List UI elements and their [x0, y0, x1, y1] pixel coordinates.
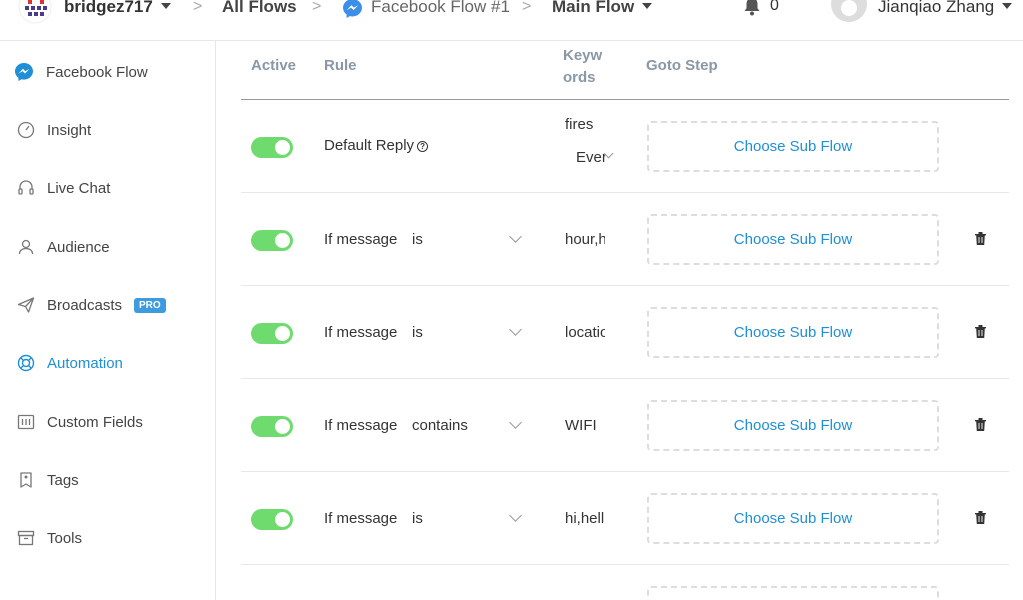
choose-sub-flow-button[interactable]: Choose Sub Flow	[647, 307, 939, 358]
chevron-down-icon	[642, 2, 653, 9]
active-toggle[interactable]	[251, 230, 293, 251]
chevron-down-icon	[509, 416, 522, 429]
choose-sub-flow-button[interactable]: Choose Sub Flow	[647, 493, 939, 544]
main-flow-label: Main Flow	[552, 0, 635, 16]
sidebar-item-label: Broadcasts	[47, 296, 123, 314]
column-header-keywords: Keywords	[563, 47, 603, 86]
keyword-input[interactable]: WIFI	[565, 417, 605, 434]
operator-select[interactable]: contains	[412, 417, 468, 434]
workspace-name: bridgez717	[64, 0, 153, 16]
tag-icon	[20, 472, 32, 488]
breadcrumb-facebook-flow[interactable]: Facebook Flow #1	[371, 0, 510, 17]
messenger-icon	[15, 63, 33, 81]
keyword-input[interactable]: fires	[565, 116, 605, 133]
trash-icon[interactable]	[975, 511, 986, 524]
sidebar-item-tags[interactable]: Tags	[0, 460, 215, 500]
trash-icon[interactable]	[975, 418, 986, 431]
avatar[interactable]	[831, 0, 867, 22]
operator-select[interactable]: is	[412, 324, 423, 341]
keyword-input[interactable]: hi,hell	[565, 510, 605, 527]
table-row: If message contains WIFI Choose Sub Flow	[241, 379, 1009, 472]
operator-select[interactable]: is	[412, 231, 423, 248]
headset-icon	[18, 180, 34, 195]
user-name: Jianqiao Zhang	[878, 0, 995, 16]
chevron-down-icon	[1002, 2, 1013, 9]
sidebar-item-audience[interactable]: Audience	[0, 227, 215, 267]
table-row: If message is hour,h Choose Sub Flow	[241, 193, 1009, 286]
lifebuoy-icon	[17, 354, 35, 372]
workspace-switcher[interactable]: bridgez717	[64, 0, 171, 17]
operator-select[interactable]: is	[412, 510, 423, 527]
column-header-active: Active	[251, 57, 297, 74]
insight-icon	[17, 121, 35, 139]
choose-sub-flow-button[interactable]: Choose Sub Flow	[647, 214, 939, 265]
active-toggle[interactable]	[251, 137, 293, 158]
keyword-input[interactable]: hour,h	[565, 231, 605, 248]
active-toggle[interactable]	[251, 509, 293, 530]
table-row: If message is locatio Choose Sub Flow	[241, 286, 1009, 379]
sidebar-item-label: Live Chat	[47, 179, 111, 197]
choose-sub-flow-button[interactable]: Choose Sub Flow	[647, 400, 939, 451]
chevron-down-icon	[509, 509, 522, 522]
trash-icon[interactable]	[975, 232, 986, 245]
keyword-input[interactable]: locatio	[565, 324, 605, 341]
sidebar-item-label: Automation	[47, 354, 123, 372]
sidebar-item-insight[interactable]: Insight	[0, 110, 215, 150]
sidebar-item-label: Insight	[47, 121, 92, 139]
sidebar-item-label: Tags	[47, 471, 79, 489]
breadcrumb-main-flow[interactable]: Main Flow	[552, 0, 653, 17]
keyword-rules-table: Active Rule Keywords Goto Step Default R…	[241, 41, 1009, 600]
breadcrumb-separator-icon: >	[522, 0, 532, 15]
table-header: Active Rule Keywords Goto Step	[241, 41, 1009, 100]
sidebar-item-label: Audience	[47, 238, 110, 256]
rule-label: Default Reply?	[324, 137, 429, 154]
choose-sub-flow-button[interactable]: Choose Sub Flow	[647, 121, 939, 172]
active-toggle[interactable]	[251, 416, 293, 437]
sidebar-item-tools[interactable]: Tools	[0, 518, 215, 558]
table-row	[241, 565, 1009, 600]
sidebar-item-facebook-flow[interactable]: Facebook Flow	[0, 52, 215, 92]
breadcrumb-all-flows[interactable]: All Flows	[222, 0, 297, 17]
sidebar-item-broadcasts[interactable]: Broadcasts PRO	[0, 285, 215, 325]
chevron-down-icon	[509, 323, 522, 336]
help-icon[interactable]: ?	[417, 140, 429, 152]
sidebar-item-label: Tools	[47, 529, 83, 547]
active-toggle[interactable]	[251, 323, 293, 344]
messenger-icon	[343, 0, 362, 18]
bell-icon[interactable]	[742, 0, 762, 18]
sidebar: Facebook Flow Insight Live Chat Audience…	[0, 41, 216, 600]
sidebar-item-custom-fields[interactable]: Custom Fields	[0, 402, 215, 442]
column-header-rule: Rule	[324, 57, 357, 74]
rule-text: If message	[324, 510, 398, 527]
fields-icon	[17, 414, 35, 430]
keyword-select[interactable]: Ever	[576, 149, 606, 166]
column-header-goto-step: Goto Step	[646, 57, 718, 74]
rule-text: Default Reply	[324, 137, 415, 154]
chevron-down-icon	[509, 230, 522, 243]
pro-badge: PRO	[134, 297, 166, 313]
archive-icon	[17, 530, 35, 546]
rule-text: If message	[324, 324, 398, 341]
trash-icon[interactable]	[975, 325, 986, 338]
user-menu[interactable]: Jianqiao Zhang	[878, 0, 1013, 17]
notification-count: 0	[770, 0, 779, 14]
breadcrumb-separator-icon: >	[193, 0, 203, 15]
chevron-down-icon	[160, 2, 171, 9]
table-row: Default Reply? fires Ever Choose Sub Flo…	[241, 100, 1009, 193]
breadcrumb-separator-icon: >	[312, 0, 322, 15]
send-icon	[17, 297, 35, 313]
sidebar-item-label: Facebook Flow	[46, 63, 148, 81]
rule-text: If message	[324, 231, 398, 248]
sidebar-item-live-chat[interactable]: Live Chat	[0, 168, 215, 208]
sidebar-item-automation[interactable]: Automation	[0, 343, 215, 383]
rule-text: If message	[324, 417, 398, 434]
workspace-logo-icon[interactable]	[16, 0, 54, 24]
sidebar-item-label: Custom Fields	[47, 413, 143, 431]
user-icon	[18, 239, 34, 255]
top-bar: bridgez717 > All Flows > Facebook Flow #…	[0, 0, 1023, 41]
choose-sub-flow-button-partial[interactable]	[647, 586, 939, 600]
table-row: If message is hi,hell Choose Sub Flow	[241, 472, 1009, 565]
